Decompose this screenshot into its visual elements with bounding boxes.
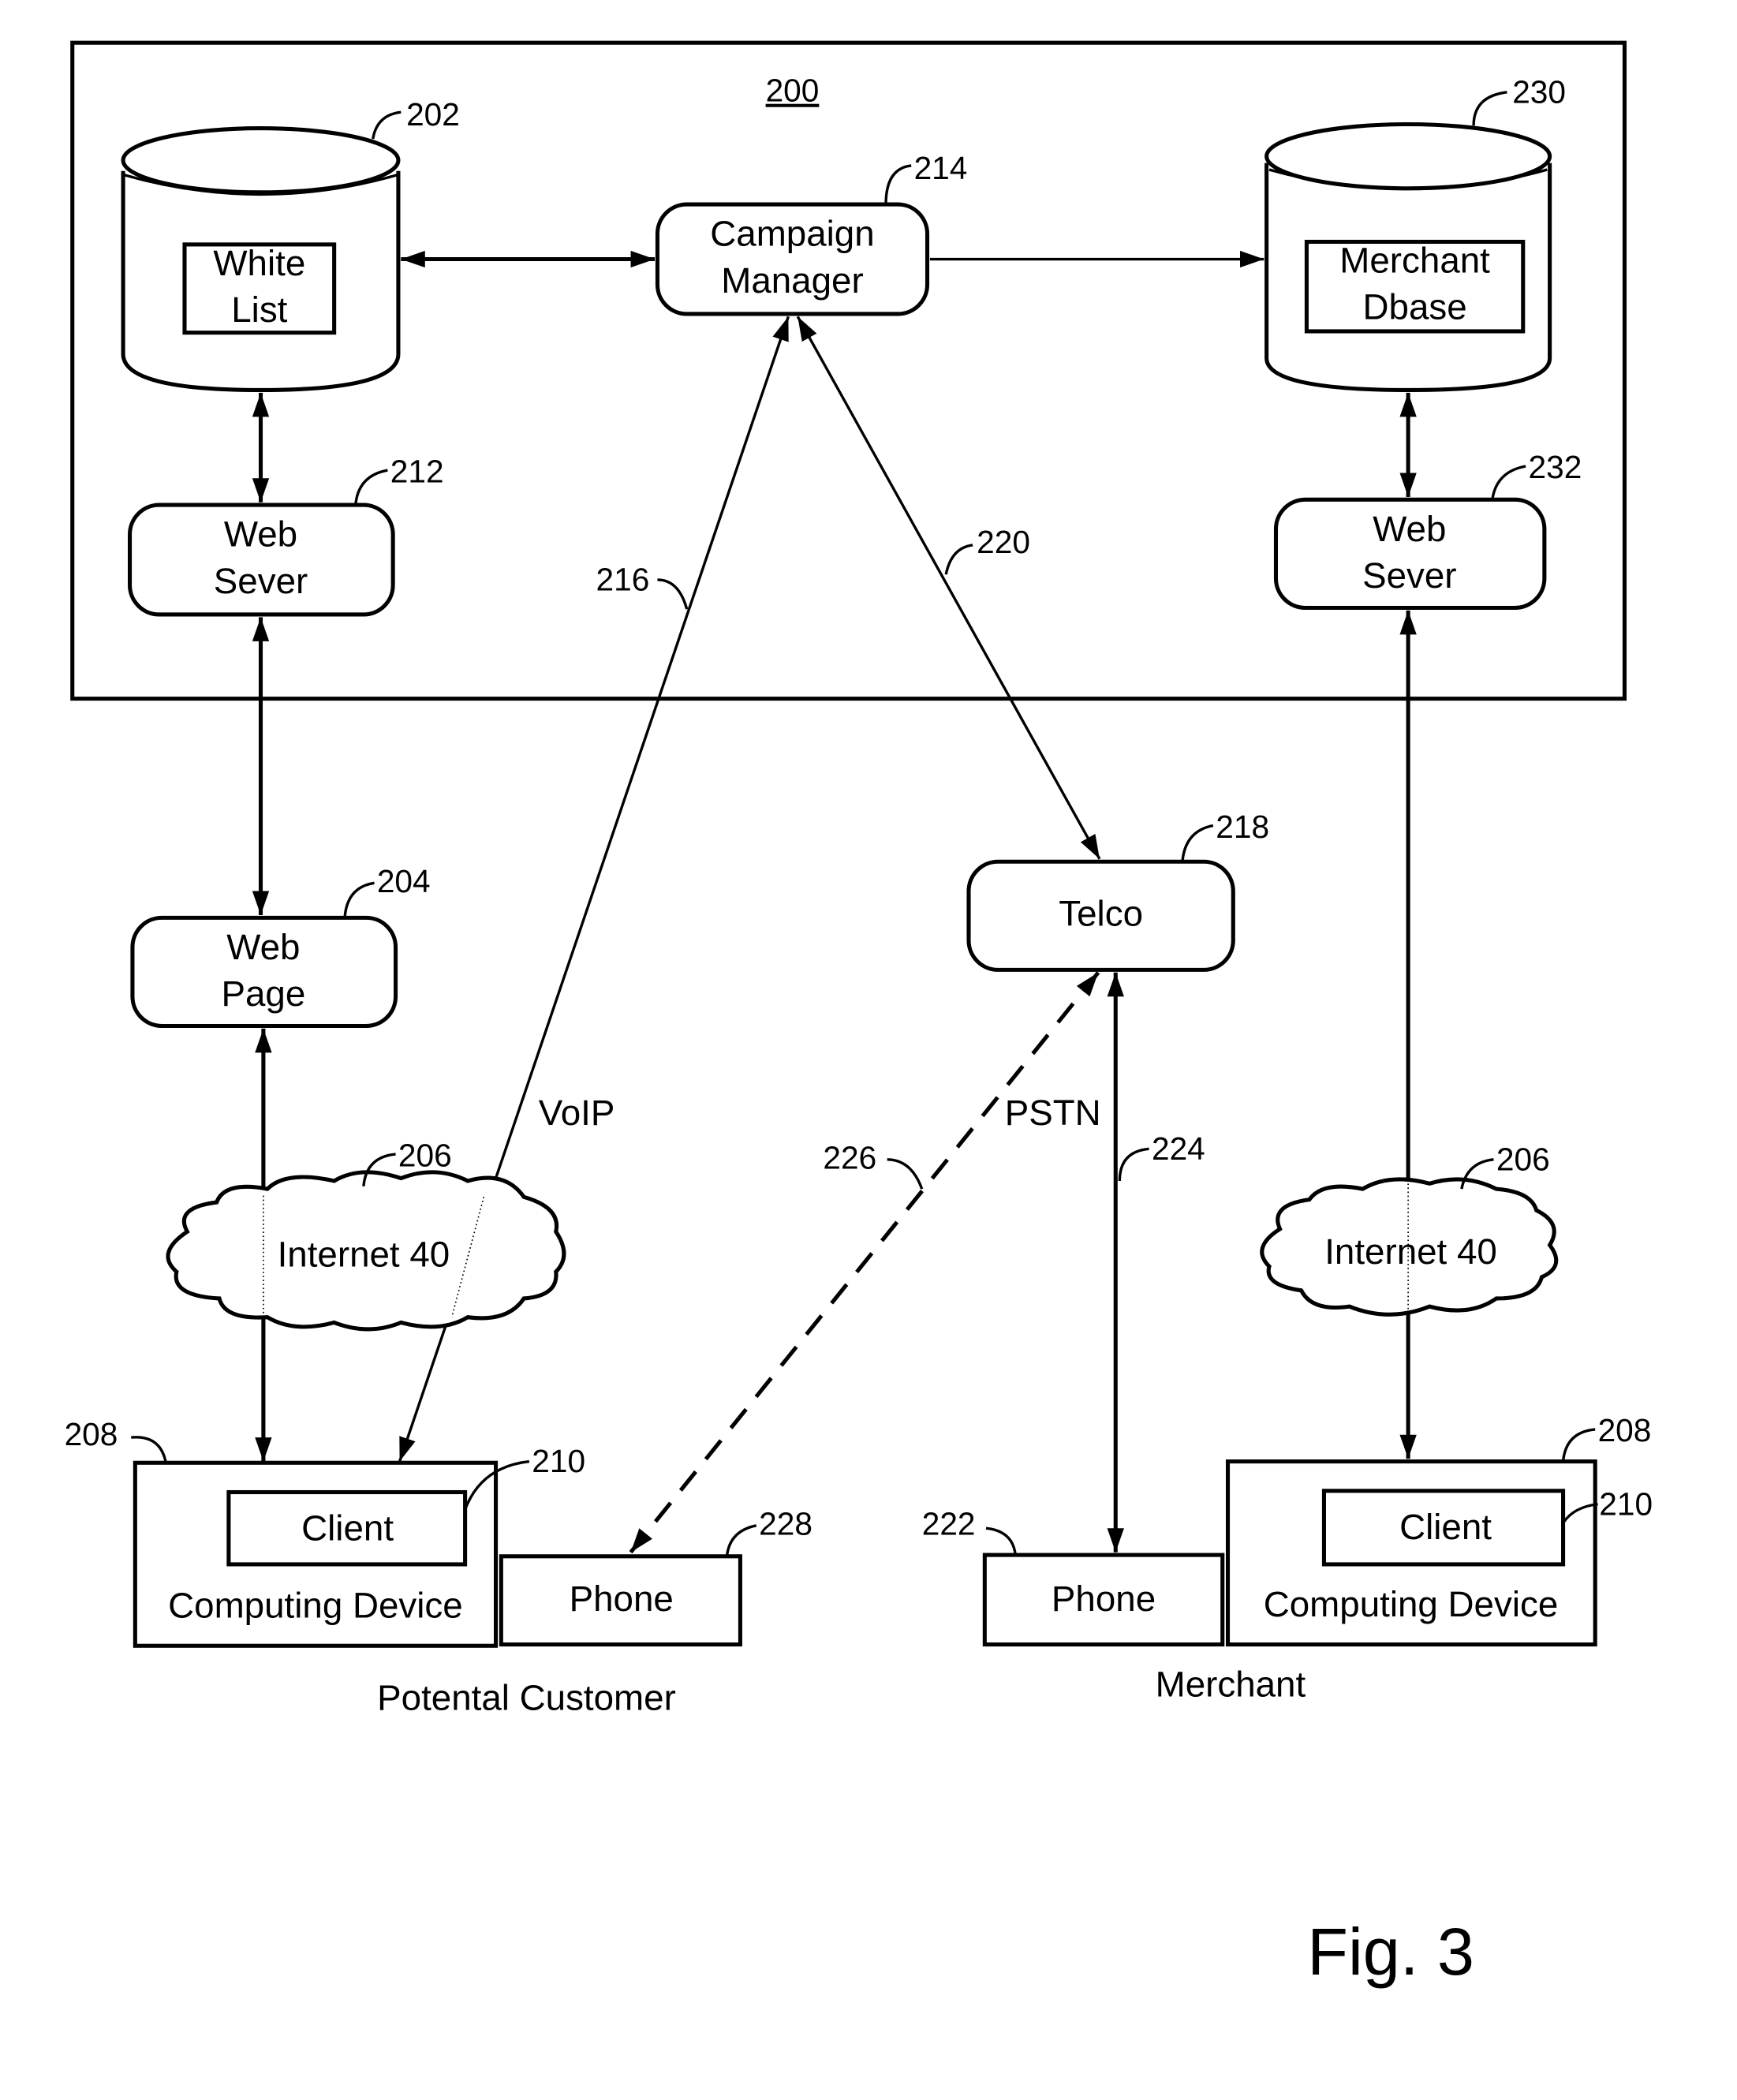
merchant-phone[interactable]: Phone <box>982 1553 1225 1647</box>
ref-leader-220 <box>944 544 973 575</box>
svg-text:Phone: Phone <box>1052 1579 1156 1619</box>
customer-computing-device[interactable]: Client Computing Device <box>133 1460 499 1648</box>
web-server-left-node[interactable]: Web Sever <box>128 503 395 617</box>
ref-230: 230 <box>1512 73 1566 110</box>
campaign-manager-node[interactable]: Campaign Manager <box>655 202 930 316</box>
link-campaign-telco-220 <box>796 316 1101 860</box>
svg-text:Manager: Manager <box>721 260 863 301</box>
white-list-database[interactable]: White List <box>121 126 401 393</box>
ref-206-right: 206 <box>1496 1141 1550 1177</box>
ref-228: 228 <box>759 1506 812 1542</box>
ref-leader-202 <box>372 110 402 140</box>
svg-text:Internet 40: Internet 40 <box>1324 1231 1497 1272</box>
svg-text:Page: Page <box>222 973 306 1014</box>
ref-204: 204 <box>377 863 431 899</box>
svg-text:White: White <box>213 243 305 283</box>
svg-text:List: List <box>231 290 287 330</box>
ref-leader-224 <box>1118 1147 1149 1181</box>
svg-text:Web: Web <box>224 514 297 555</box>
merchant-computing-device[interactable]: Client Computing Device <box>1225 1459 1597 1647</box>
ref-leader-212 <box>354 469 388 506</box>
svg-text:Computing Device: Computing Device <box>1264 1584 1559 1624</box>
diagram: 200 White List 202 Campaign Manager 214 … <box>65 40 1653 1989</box>
ref-leader-208-right <box>1561 1428 1596 1462</box>
svg-text:Telco: Telco <box>1059 894 1143 934</box>
ref-leader-218 <box>1181 824 1214 862</box>
svg-text:Client: Client <box>1399 1507 1492 1547</box>
ref-208-right: 208 <box>1598 1412 1652 1448</box>
ref-214: 214 <box>914 150 968 186</box>
svg-text:Computing Device: Computing Device <box>168 1586 463 1626</box>
link-dashed-226 <box>629 971 1100 1554</box>
svg-text:Merchant: Merchant <box>1339 240 1490 280</box>
ref-leader-214 <box>884 164 912 205</box>
ref-202: 202 <box>406 96 460 133</box>
system-ref: 200 <box>766 73 820 109</box>
svg-text:Internet 40: Internet 40 <box>278 1234 450 1274</box>
ref-224: 224 <box>1152 1130 1205 1167</box>
ref-232: 232 <box>1529 449 1582 485</box>
ref-222: 222 <box>922 1506 976 1542</box>
ref-212: 212 <box>390 453 444 489</box>
svg-text:Web: Web <box>1373 509 1446 549</box>
customer-phone[interactable]: Phone <box>499 1554 742 1647</box>
ref-216: 216 <box>596 561 650 597</box>
pstn-label: PSTN <box>1005 1093 1101 1133</box>
figure-title: Fig. 3 <box>1307 1914 1474 1989</box>
web-page-node[interactable]: Web Page <box>130 915 398 1029</box>
internet-cloud-right[interactable]: Internet 40 <box>1260 1177 1559 1317</box>
ref-220: 220 <box>977 524 1030 560</box>
ref-leader-232 <box>1491 465 1526 500</box>
ref-210-right: 210 <box>1599 1485 1653 1522</box>
merchant-database[interactable]: Merchant Dbase <box>1264 121 1552 393</box>
svg-text:Sever: Sever <box>1362 555 1456 596</box>
customer-caption: Potental Customer <box>377 1678 676 1718</box>
ref-leader-216 <box>657 578 689 610</box>
ref-210-left: 210 <box>532 1443 585 1479</box>
ref-226: 226 <box>823 1140 876 1176</box>
internet-cloud-left[interactable]: Internet 40 <box>166 1170 566 1332</box>
voip-label: VoIP <box>539 1093 615 1133</box>
svg-text:Client: Client <box>301 1508 394 1548</box>
ref-206-left: 206 <box>398 1137 452 1173</box>
svg-text:Web: Web <box>226 927 300 967</box>
ref-218: 218 <box>1216 809 1269 845</box>
svg-text:Campaign: Campaign <box>710 214 874 254</box>
ref-leader-228 <box>725 1524 757 1557</box>
ref-leader-230 <box>1472 91 1507 126</box>
web-server-right-node[interactable]: Web Sever <box>1273 497 1547 611</box>
ref-leader-208-left <box>131 1436 167 1463</box>
ref-leader-226 <box>887 1158 924 1190</box>
ref-leader-204 <box>343 881 375 917</box>
telco-node[interactable]: Telco <box>966 859 1235 972</box>
svg-text:Phone: Phone <box>570 1579 674 1619</box>
ref-leader-222 <box>985 1526 1017 1556</box>
svg-text:Dbase: Dbase <box>1363 287 1467 327</box>
merchant-caption: Merchant <box>1156 1665 1306 1705</box>
ref-208-left: 208 <box>65 1416 118 1452</box>
svg-text:Sever: Sever <box>214 561 308 601</box>
